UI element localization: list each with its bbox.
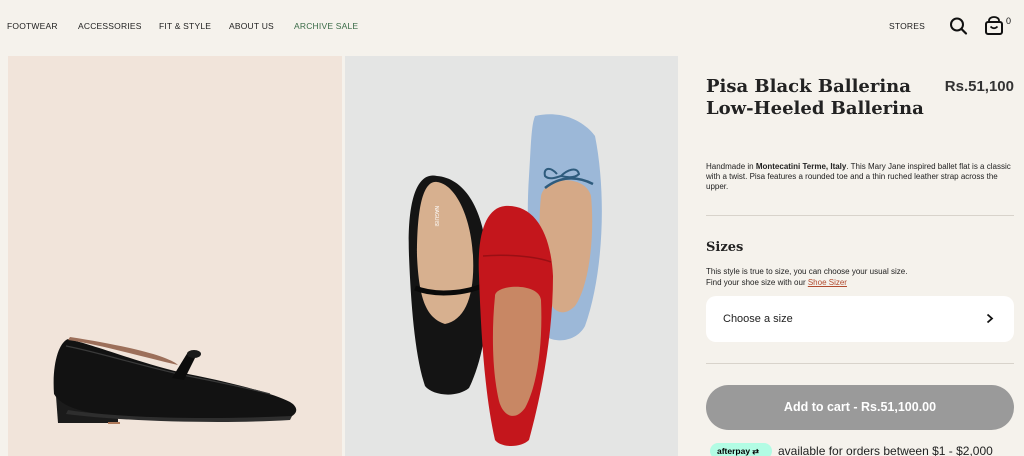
divider	[706, 363, 1014, 364]
desc-prefix: Handmade in	[706, 162, 756, 171]
nav-footwear[interactable]: FOOTWEAR	[7, 21, 58, 31]
afterpay-text: available for orders between $1 - $2,000	[778, 444, 993, 456]
product-image-side[interactable]	[8, 56, 342, 456]
brand-mark: NAGUISI	[433, 206, 439, 227]
product-title: Pisa Black Ballerina Low-Heeled Ballerin…	[706, 76, 924, 119]
product-image-top[interactable]: NAGUISI	[345, 56, 678, 456]
afterpay-loop-icon: ⇄	[750, 447, 760, 456]
afterpay-badge: afterpay ⇄	[710, 443, 772, 456]
sizes-heading: Sizes	[706, 240, 744, 255]
size-selector[interactable]: Choose a size	[706, 296, 1014, 342]
product-description: Handmade in Montecatini Terme, Italy. Th…	[706, 162, 1012, 192]
nav-fit-style[interactable]: FIT & STYLE	[159, 21, 211, 31]
nav-archive-sale[interactable]: ARCHIVE SALE	[294, 21, 358, 31]
afterpay-badge-text: afterpay	[717, 446, 751, 456]
size-note-line2: Find your shoe size with our	[706, 278, 808, 287]
black-ballerina-side-view	[53, 337, 297, 424]
nav-accessories[interactable]: ACCESSORIES	[78, 21, 142, 31]
add-to-cart-button[interactable]: Add to cart - Rs.51,100.00	[706, 385, 1014, 430]
product-price: Rs.51,100	[944, 78, 1014, 95]
search-icon[interactable]	[949, 16, 969, 41]
nav-stores[interactable]: STORES	[889, 21, 925, 31]
size-selector-label: Choose a size	[723, 313, 793, 325]
shoe-sizer-link[interactable]: Shoe Sizer	[808, 278, 847, 287]
cart-count: 0	[1006, 16, 1012, 26]
top-nav: FOOTWEAR ACCESSORIES FIT & STYLE ABOUT U…	[0, 0, 1024, 56]
nav-about-us[interactable]: ABOUT US	[229, 21, 274, 31]
cart-icon[interactable]	[984, 16, 1004, 41]
three-ballerinas-top-view: NAGUISI	[408, 114, 602, 446]
chevron-right-icon	[986, 313, 994, 324]
divider	[706, 215, 1014, 216]
size-note: This style is true to size, you can choo…	[706, 266, 1006, 288]
afterpay-row: afterpay ⇄ available for orders between …	[710, 442, 1020, 456]
size-note-line1: This style is true to size, you can choo…	[706, 267, 908, 276]
desc-place: Montecatini Terme, Italy	[755, 162, 847, 171]
